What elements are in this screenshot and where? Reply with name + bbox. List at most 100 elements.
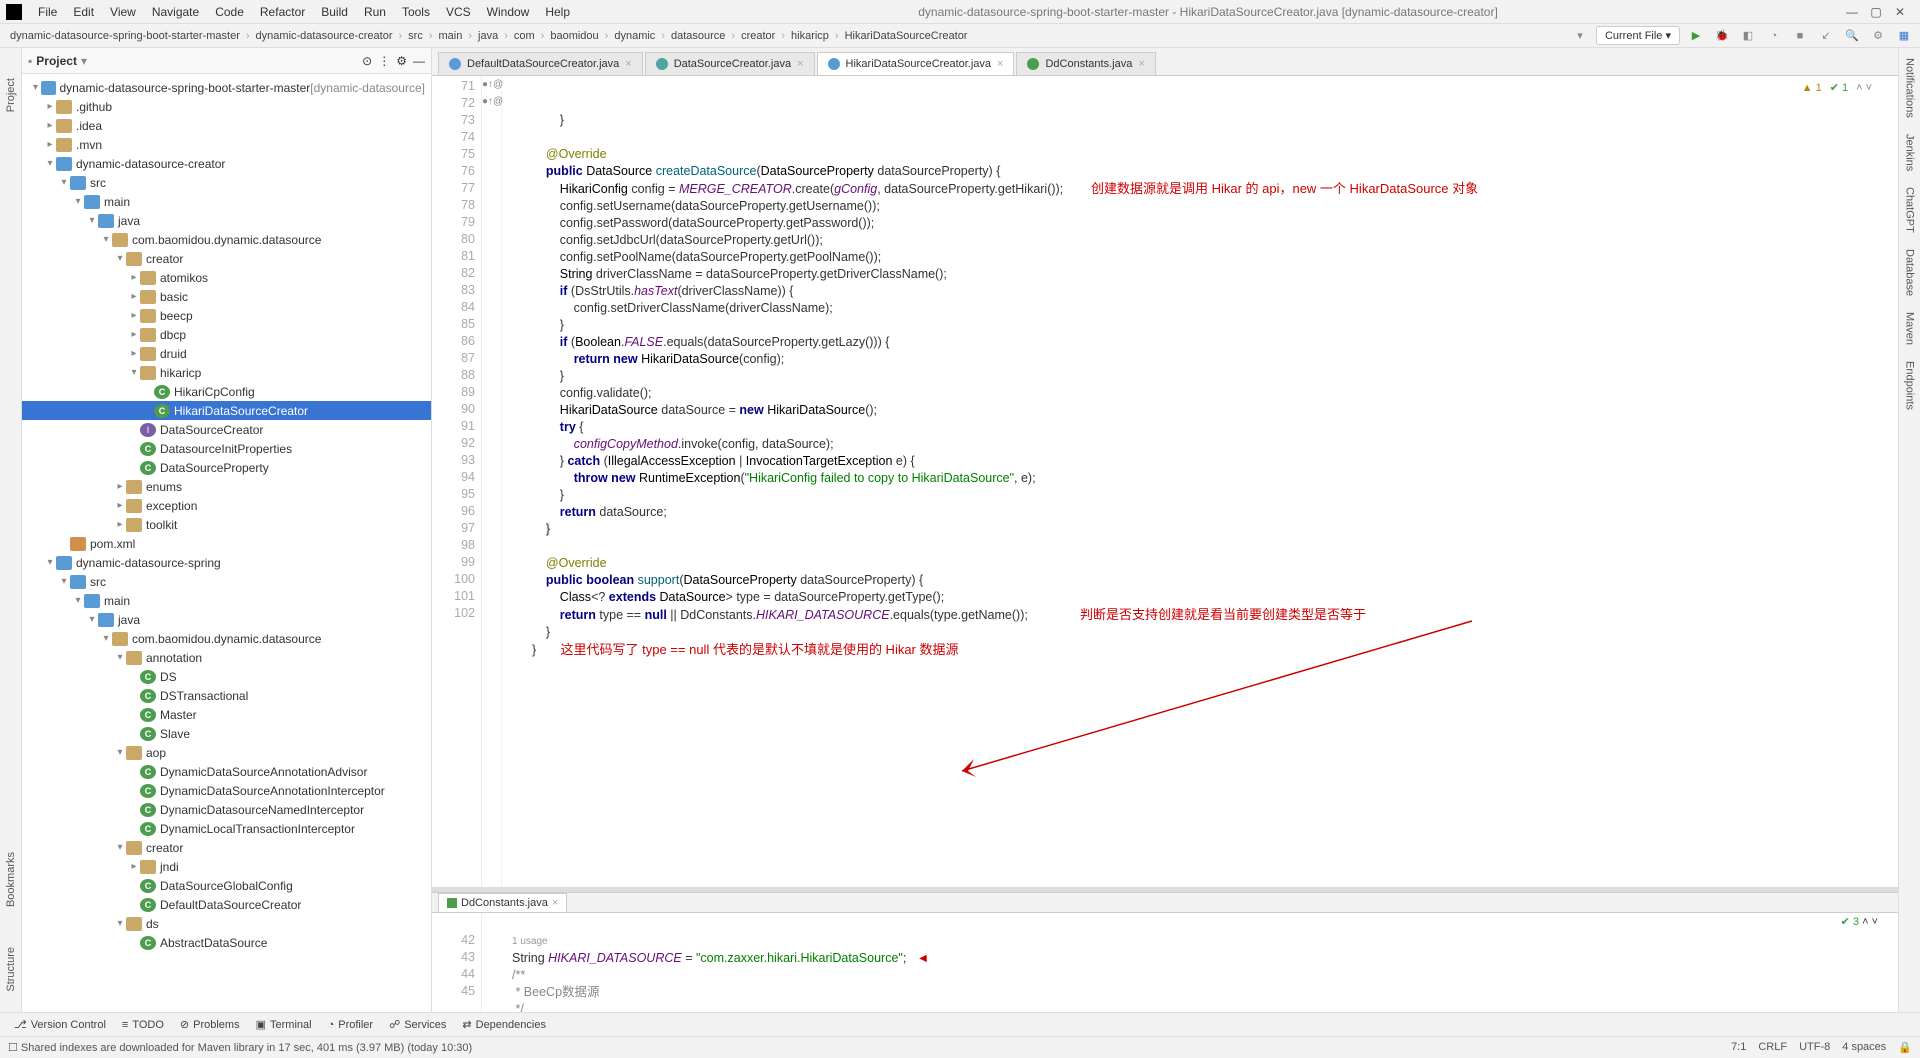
search-icon[interactable]: 🔍	[1842, 27, 1862, 45]
run-icon[interactable]: ▶	[1686, 27, 1706, 45]
tab-DefaultDataSourceCreator.java[interactable]: DefaultDataSourceCreator.java×	[438, 52, 643, 75]
expand-all-icon[interactable]: ⋮	[378, 54, 390, 68]
breadcrumb-9[interactable]: creator	[737, 30, 779, 42]
menu-run[interactable]: Run	[356, 5, 394, 19]
tree-Slave[interactable]: Slave	[22, 724, 431, 743]
tree-DynamicDatasourceNamedInterceptor[interactable]: DynamicDatasourceNamedInterceptor	[22, 800, 431, 819]
breadcrumb-0[interactable]: dynamic-datasource-spring-boot-starter-m…	[6, 30, 244, 42]
tab-maven[interactable]: Maven	[1904, 312, 1916, 345]
settings-icon[interactable]: ⚙	[1868, 27, 1888, 45]
breadcrumb-4[interactable]: java	[474, 30, 502, 42]
bottom-inspection[interactable]: ✔ 3 ˄ ˅	[1841, 915, 1878, 928]
tree-.idea[interactable]: .idea	[22, 116, 431, 135]
tree-.github[interactable]: .github	[22, 97, 431, 116]
menu-navigate[interactable]: Navigate	[144, 5, 207, 19]
tree-DatasourceInitProperties[interactable]: DatasourceInitProperties	[22, 439, 431, 458]
tool-services[interactable]: ☍ Services	[381, 1018, 454, 1031]
tree-DSTransactional[interactable]: DSTransactional	[22, 686, 431, 705]
maximize-icon[interactable]: ▢	[1870, 6, 1882, 18]
breadcrumb-2[interactable]: src	[404, 30, 427, 42]
tab-chatgpt[interactable]: ChatGPT	[1904, 187, 1916, 233]
git-update-icon[interactable]: ↙	[1816, 27, 1836, 45]
tree-dynamic-datasource-spring-boot-starter-master[interactable]: dynamic-datasource-spring-boot-starter-m…	[22, 78, 431, 97]
tree-enums[interactable]: enums	[22, 477, 431, 496]
tool-version-control[interactable]: ⎇ Version Control	[6, 1018, 114, 1031]
run-config-selector[interactable]: Current File ▾	[1596, 26, 1680, 45]
tree-java[interactable]: java	[22, 211, 431, 230]
trello-icon[interactable]: ▦	[1894, 27, 1914, 45]
close-icon[interactable]: ✕	[1894, 6, 1906, 18]
tree-.mvn[interactable]: .mvn	[22, 135, 431, 154]
tree-creator[interactable]: creator	[22, 838, 431, 857]
status-caret[interactable]: 7:1	[1731, 1041, 1746, 1054]
menu-edit[interactable]: Edit	[65, 5, 102, 19]
breadcrumb-6[interactable]: baomidou	[546, 30, 602, 42]
debug-icon[interactable]: 🐞	[1712, 27, 1732, 45]
tree-dynamic-datasource-spring[interactable]: dynamic-datasource-spring	[22, 553, 431, 572]
tree-com.baomidou.dynamic.datasource[interactable]: com.baomidou.dynamic.datasource	[22, 230, 431, 249]
tree-atomikos[interactable]: atomikos	[22, 268, 431, 287]
tree-dynamic-datasource-creator[interactable]: dynamic-datasource-creator	[22, 154, 431, 173]
coverage-icon[interactable]: ◧	[1738, 27, 1758, 45]
tree-creator[interactable]: creator	[22, 249, 431, 268]
tool-dependencies[interactable]: ⇄ Dependencies	[454, 1018, 554, 1031]
breadcrumb-5[interactable]: com	[510, 30, 539, 42]
tab-database[interactable]: Database	[1904, 249, 1916, 296]
tree-druid[interactable]: druid	[22, 344, 431, 363]
status-lineending[interactable]: CRLF	[1758, 1041, 1787, 1054]
stop-icon[interactable]: ■	[1790, 27, 1810, 45]
tab-project[interactable]: Project	[5, 78, 17, 112]
tree-DynamicDataSourceAnnotationInterceptor[interactable]: DynamicDataSourceAnnotationInterceptor	[22, 781, 431, 800]
tab-bookmarks[interactable]: Bookmarks	[5, 852, 17, 907]
tree-src[interactable]: src	[22, 572, 431, 591]
tree-HikariDataSourceCreator[interactable]: HikariDataSourceCreator	[22, 401, 431, 420]
collapse-all-icon[interactable]: ⚙	[396, 54, 407, 68]
select-opened-icon[interactable]: ⊙	[362, 54, 372, 68]
tree-DynamicLocalTransactionInterceptor[interactable]: DynamicLocalTransactionInterceptor	[22, 819, 431, 838]
tool-terminal[interactable]: ▣ Terminal	[248, 1018, 320, 1031]
tree-basic[interactable]: basic	[22, 287, 431, 306]
tree-beecp[interactable]: beecp	[22, 306, 431, 325]
status-indent[interactable]: 4 spaces	[1842, 1041, 1886, 1054]
tree-DynamicDataSourceAnnotationAdvisor[interactable]: DynamicDataSourceAnnotationAdvisor	[22, 762, 431, 781]
profile-icon[interactable]: ◔	[1764, 27, 1784, 45]
tab-HikariDataSourceCreator.java[interactable]: HikariDataSourceCreator.java×	[817, 52, 1015, 75]
tree-DS[interactable]: DS	[22, 667, 431, 686]
tab-endpoints[interactable]: Endpoints	[1904, 361, 1916, 410]
tree-main[interactable]: main	[22, 192, 431, 211]
tab-jenkins[interactable]: Jenkins	[1904, 134, 1916, 171]
tree-java[interactable]: java	[22, 610, 431, 629]
tree-exception[interactable]: exception	[22, 496, 431, 515]
tree-Master[interactable]: Master	[22, 705, 431, 724]
bottom-tab-ddconstants[interactable]: DdConstants.java ×	[438, 893, 567, 912]
tool-profiler[interactable]: ◔ Profiler	[320, 1019, 382, 1031]
breadcrumb-1[interactable]: dynamic-datasource-creator	[252, 30, 397, 42]
tree-main[interactable]: main	[22, 591, 431, 610]
tree-pom.xml[interactable]: pom.xml	[22, 534, 431, 553]
menu-file[interactable]: File	[30, 5, 65, 19]
menu-refactor[interactable]: Refactor	[252, 5, 313, 19]
add-config-icon[interactable]: ▾	[1570, 27, 1590, 45]
tool-problems[interactable]: ⊘ Problems	[172, 1018, 248, 1031]
minimize-icon[interactable]: —	[1846, 6, 1858, 18]
hide-icon[interactable]: —	[413, 54, 425, 68]
breadcrumb-10[interactable]: hikaricp	[787, 30, 833, 42]
close-icon[interactable]: ×	[552, 897, 558, 909]
tree-dbcp[interactable]: dbcp	[22, 325, 431, 344]
tree-annotation[interactable]: annotation	[22, 648, 431, 667]
breadcrumb-8[interactable]: datasource	[667, 30, 729, 42]
tool-todo[interactable]: ≡ TODO	[114, 1019, 172, 1031]
tree-toolkit[interactable]: toolkit	[22, 515, 431, 534]
tab-notifications[interactable]: Notifications	[1904, 58, 1916, 118]
breadcrumb-7[interactable]: dynamic	[610, 30, 659, 42]
inspection-widget[interactable]: ▲ 1 ✔ 1 ˄ ˅	[1802, 80, 1872, 97]
close-icon[interactable]: ×	[1138, 58, 1144, 70]
close-icon[interactable]: ×	[997, 58, 1003, 70]
tree-DataSourceProperty[interactable]: DataSourceProperty	[22, 458, 431, 477]
menu-vcs[interactable]: VCS	[438, 5, 479, 19]
tab-structure[interactable]: Structure	[5, 947, 17, 992]
tree-AbstractDataSource[interactable]: AbstractDataSource	[22, 933, 431, 952]
breadcrumb-3[interactable]: main	[435, 30, 467, 42]
status-lock-icon[interactable]: 🔒	[1898, 1041, 1912, 1054]
tree-DefaultDataSourceCreator[interactable]: DefaultDataSourceCreator	[22, 895, 431, 914]
